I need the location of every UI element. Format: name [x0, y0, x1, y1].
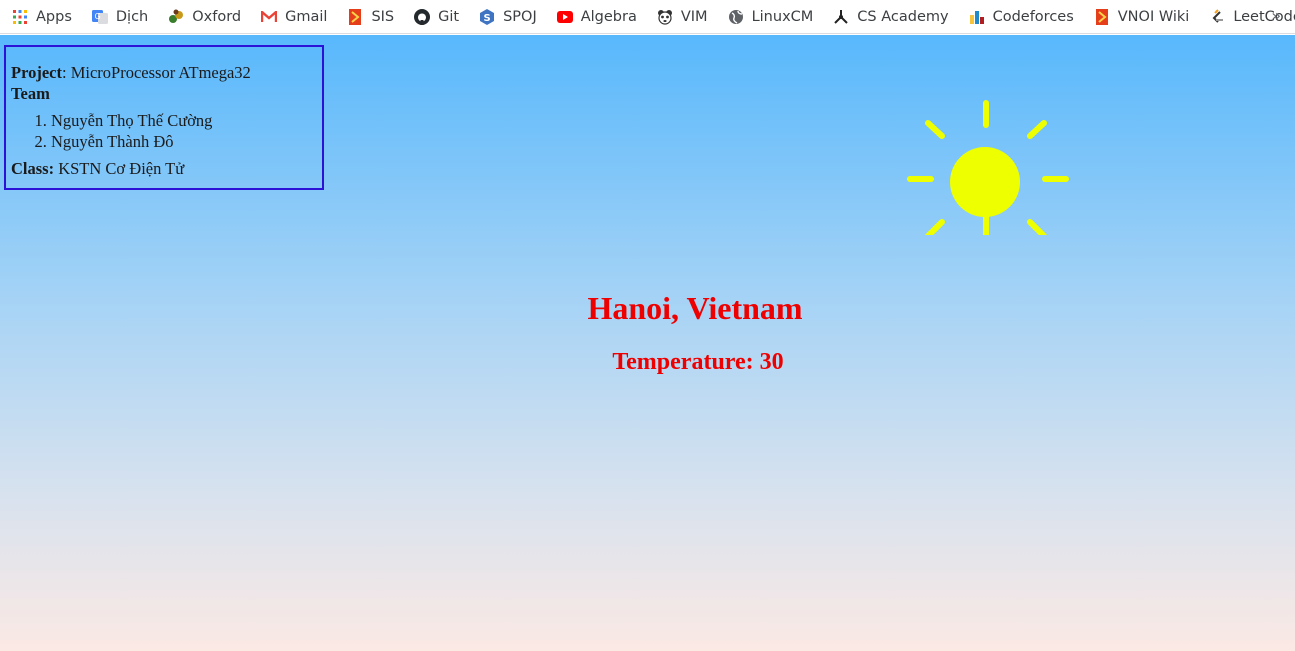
youtube-icon: [556, 9, 573, 25]
bookmark-label: CS Academy: [857, 8, 949, 25]
bookmark-label: LeetCode: [1233, 8, 1295, 25]
bookmark-sis[interactable]: SIS: [335, 4, 402, 30]
bookmark-vim[interactable]: VIM: [645, 4, 716, 30]
spoj-icon: S: [479, 8, 495, 25]
bookmark-label: Codeforces: [992, 8, 1074, 25]
class-label: Class:: [11, 159, 55, 178]
bookmarks-bar: Apps G Dịch Oxford Gmail SIS Git S SPOJ: [0, 0, 1295, 34]
team-member: Nguyễn Thành Đô: [51, 131, 316, 152]
city-heading: Hanoi, Vietnam: [587, 290, 803, 326]
project-info-box: Project: MicroProcessor ATmega32 Team Ng…: [4, 45, 324, 190]
bookmark-label: Oxford: [192, 8, 242, 25]
team-label: Team: [11, 84, 50, 103]
team-line: Team: [11, 83, 316, 104]
bookmark-label: Apps: [36, 8, 72, 25]
bookmark-cs-academy[interactable]: CS Academy: [821, 4, 956, 30]
team-member: Nguyễn Thọ Thế Cường: [51, 110, 316, 131]
bookmark-label: Dịch: [115, 8, 149, 25]
more-bookmarks-button[interactable]: »: [1271, 6, 1281, 25]
vnoi-icon: [1094, 8, 1110, 25]
temperature-heading: Temperature: 30: [612, 349, 784, 375]
cs-academy-icon: [833, 9, 849, 25]
bookmark-label: SPOJ: [503, 8, 537, 25]
sun-icon: [907, 100, 1069, 235]
bookmark-label: LinuxCM: [751, 8, 814, 25]
gmail-icon: [261, 9, 278, 25]
project-line: Project: MicroProcessor ATmega32: [11, 62, 316, 83]
bookmark-gmail[interactable]: Gmail: [249, 4, 335, 30]
bookmark-spoj[interactable]: S SPOJ: [467, 4, 545, 30]
class-value: KSTN Cơ Điện Tử: [54, 159, 185, 178]
bookmark-linuxcm[interactable]: LinuxCM: [716, 4, 822, 30]
page-content: Project: MicroProcessor ATmega32 Team Ng…: [0, 35, 1295, 651]
leetcode-icon: [1209, 8, 1225, 25]
globe-icon: [728, 9, 744, 25]
bookmark-label: Gmail: [285, 8, 328, 25]
svg-text:S: S: [484, 13, 491, 24]
project-label: Project: [11, 63, 62, 82]
class-line: Class: KSTN Cơ Điện Tử: [11, 158, 316, 179]
bookmark-apps[interactable]: Apps: [0, 4, 80, 30]
codeforces-icon: [969, 9, 985, 25]
svg-text:G: G: [94, 12, 100, 21]
bookmark-dich[interactable]: G Dịch: [80, 4, 156, 30]
sis-icon: [347, 8, 363, 25]
translate-icon: G: [91, 9, 108, 25]
apps-grid-icon: [12, 9, 28, 25]
project-value: : MicroProcessor ATmega32: [62, 63, 251, 82]
bookmark-vnoi-wiki[interactable]: VNOI Wiki: [1082, 4, 1198, 30]
bookmark-label: Git: [438, 8, 460, 25]
bookmark-git[interactable]: Git: [402, 4, 467, 30]
bookmark-oxford[interactable]: Oxford: [156, 4, 249, 30]
bookmark-codeforces[interactable]: Codeforces: [957, 4, 1082, 30]
bookmark-label: SIS: [371, 8, 395, 25]
bookmark-label: Algebra: [580, 8, 637, 25]
bookmark-algebra[interactable]: Algebra: [545, 4, 645, 30]
bookmark-label: VIM: [680, 8, 708, 25]
team-members-list: Nguyễn Thọ Thế Cường Nguyễn Thành Đô: [11, 110, 316, 152]
oxford-icon: [168, 9, 184, 25]
bookmark-label: VNOI Wiki: [1117, 8, 1190, 25]
vim-icon: [657, 9, 673, 25]
github-icon: [414, 8, 431, 25]
